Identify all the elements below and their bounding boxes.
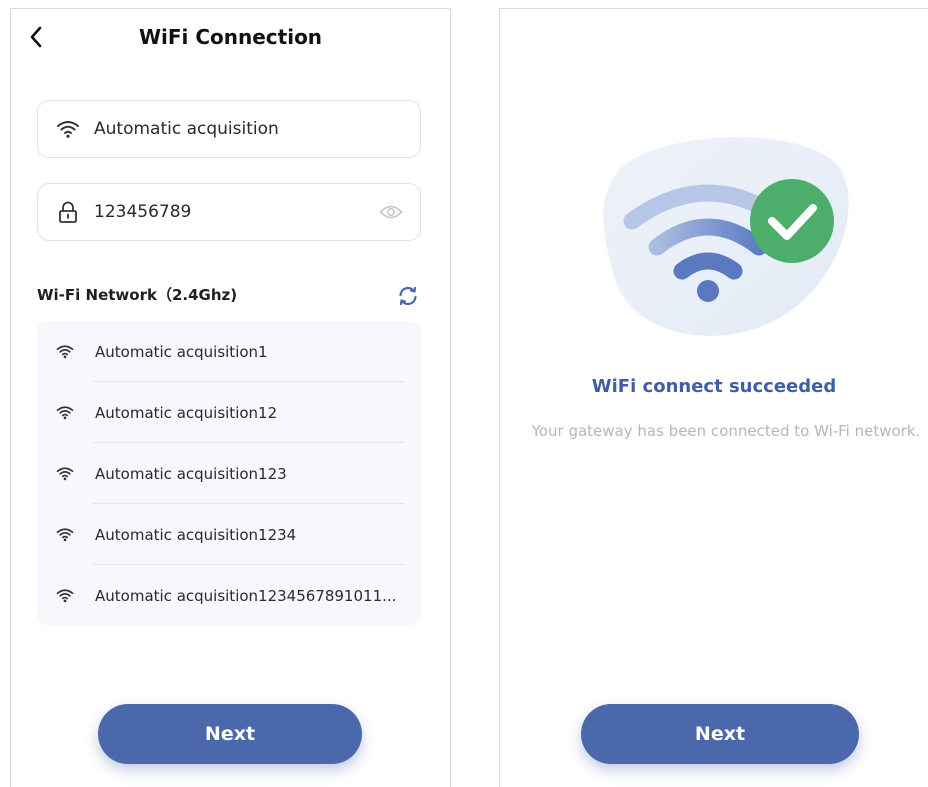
wifi-icon bbox=[54, 343, 76, 361]
wifi-connection-screen: WiFi Connection Automatic acquisition 12… bbox=[10, 8, 451, 787]
ssid-field[interactable]: Automatic acquisition bbox=[37, 100, 421, 158]
wifi-icon bbox=[54, 404, 76, 422]
network-name: Automatic acquisition123 bbox=[95, 464, 287, 483]
password-value: 123456789 bbox=[94, 202, 192, 222]
network-name: Automatic acquisition1234 bbox=[95, 525, 297, 544]
refresh-icon bbox=[399, 286, 417, 306]
wifi-success-icon bbox=[590, 129, 860, 349]
network-name: Automatic acquisition12 bbox=[95, 403, 278, 422]
network-name: Automatic acquisition1234567891011... bbox=[95, 586, 397, 605]
network-list: Automatic acquisition1 Automatic acquisi… bbox=[37, 321, 421, 625]
next-button[interactable]: Next bbox=[98, 704, 362, 764]
eye-icon[interactable] bbox=[378, 202, 404, 222]
network-item[interactable]: Automatic acquisition1234567891011... bbox=[37, 565, 421, 626]
ssid-value: Automatic acquisition bbox=[94, 119, 279, 139]
network-item[interactable]: Automatic acquisition1 bbox=[37, 321, 421, 382]
wifi-icon bbox=[54, 526, 76, 544]
success-description: Your gateway has been connected to Wi-Fi… bbox=[531, 422, 921, 440]
lock-icon bbox=[56, 200, 80, 224]
network-name: Automatic acquisition1 bbox=[95, 342, 268, 361]
network-section-title: Wi-Fi Network（2.4Ghz) bbox=[37, 286, 238, 304]
refresh-button[interactable] bbox=[395, 283, 421, 309]
network-item[interactable]: Automatic acquisition12 bbox=[37, 382, 421, 443]
network-item[interactable]: Automatic acquisition1234 bbox=[37, 504, 421, 565]
success-title: WiFi connect succeeded bbox=[591, 376, 837, 397]
wifi-icon bbox=[56, 117, 80, 141]
password-field[interactable]: 123456789 bbox=[37, 183, 421, 241]
next-button[interactable]: Next bbox=[581, 704, 859, 764]
network-item[interactable]: Automatic acquisition123 bbox=[37, 443, 421, 504]
wifi-icon bbox=[54, 587, 76, 605]
wifi-icon bbox=[54, 465, 76, 483]
wifi-success-screen: WiFi connect succeeded Your gateway has … bbox=[499, 8, 928, 787]
page-title: WiFi Connection bbox=[138, 25, 323, 49]
